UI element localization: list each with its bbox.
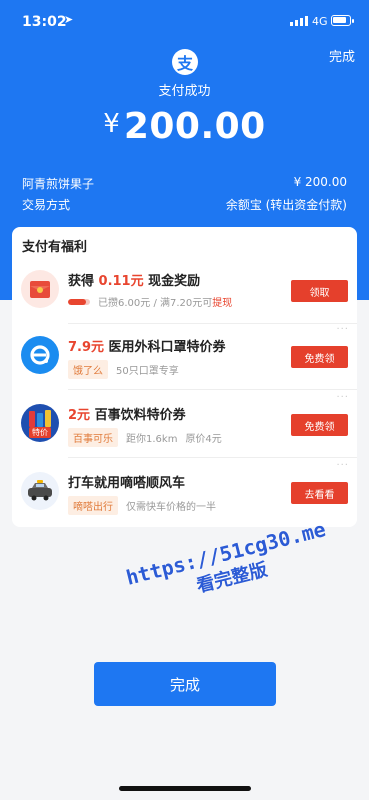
payment-method-label: 交易方式 <box>22 198 71 212</box>
merchant-name: 阿青煎饼果子 <box>22 177 95 191</box>
brand-tag: 百事可乐 <box>68 428 118 447</box>
withdraw-link[interactable]: 提现 <box>212 298 232 309</box>
free-claim-button[interactable]: 免费领 <box>291 346 348 368</box>
divider <box>68 389 357 390</box>
brand-tag: 嘀嗒出行 <box>68 496 118 515</box>
benefits-title: 支付有福利 <box>22 240 88 255</box>
benefit-item-pepsi-coupon[interactable]: ··· 特价 2元 百事饮料特价券 百事可乐 距你1.6km 原价4元 免费领 <box>12 391 357 457</box>
benefit-item-carpool[interactable]: ··· 打车就用嘀嗒顺风车 嘀嗒出行 仅需快车价格的一半 去看看 <box>12 459 357 525</box>
pepsi-drink-icon: 特价 <box>21 404 59 442</box>
cellular-signal-icon <box>290 16 308 26</box>
payment-amount: ¥200.00 <box>0 106 369 147</box>
detail-row-merchant: 阿青煎饼果子 ¥ 200.00 <box>22 175 347 192</box>
reward-progress-bar <box>68 298 90 305</box>
payment-method-value: 余额宝 (转出资金付款) <box>225 198 347 212</box>
divider <box>68 457 357 458</box>
benefit-subtitle: 百事可乐 距你1.6km 原价4元 <box>68 428 222 447</box>
eleme-icon <box>21 336 59 374</box>
benefit-subtitle: 饿了么 50只口罩专享 <box>68 360 179 379</box>
benefit-item-cash-reward[interactable]: 获得 0.11元 现金奖励 已攒6.00元 / 满7.20元可提现 领取 <box>12 257 357 323</box>
watermark: https://51cg30.me 看完整版 <box>101 511 356 622</box>
benefit-title: 2元 百事饮料特价券 <box>68 408 186 423</box>
benefit-subtitle: 已攒6.00元 / 满7.20元可提现 <box>68 294 232 309</box>
currency-symbol: ¥ <box>103 109 120 139</box>
benefit-title: 打车就用嘀嗒顺风车 <box>68 476 186 491</box>
more-options-icon[interactable]: ··· <box>336 460 349 471</box>
alipay-logo-icon: 支 <box>172 49 198 75</box>
amount-value: 200.00 <box>123 106 266 147</box>
merchant-amount: ¥ 200.00 <box>293 175 347 189</box>
special-price-label: 特价 <box>29 426 51 438</box>
network-type: 4G <box>312 15 328 28</box>
more-options-icon[interactable]: ··· <box>336 392 349 403</box>
done-button[interactable]: 完成 <box>94 662 276 706</box>
status-bar: 13:02 ➤ 4G <box>0 0 369 42</box>
top-done-button[interactable]: 完成 <box>329 46 355 65</box>
status-time: 13:02 <box>22 14 67 30</box>
red-envelope-icon <box>21 270 59 308</box>
payment-status: 支付成功 <box>158 84 211 99</box>
benefit-subtitle: 嘀嗒出行 仅需快车价格的一半 <box>68 496 216 515</box>
detail-row-method: 交易方式 余额宝 (转出资金付款) <box>22 196 347 213</box>
battery-icon <box>331 15 354 26</box>
free-claim-button[interactable]: 免费领 <box>291 414 348 436</box>
benefit-title: 7.9元 医用外科口罩特价券 <box>68 340 226 355</box>
carpool-car-icon <box>21 472 59 510</box>
home-indicator[interactable] <box>119 786 251 791</box>
brand-tag: 饿了么 <box>68 360 108 379</box>
distance-text: 距你1.6km <box>126 434 178 445</box>
benefit-item-mask-coupon[interactable]: ··· 7.9元 医用外科口罩特价券 饿了么 50只口罩专享 免费领 <box>12 323 357 389</box>
benefit-title: 获得 0.11元 现金奖励 <box>68 274 201 289</box>
view-button[interactable]: 去看看 <box>291 482 348 504</box>
more-options-icon[interactable]: ··· <box>336 324 349 335</box>
location-arrow-icon: ➤ <box>64 13 74 26</box>
benefits-card: 支付有福利 获得 0.11元 现金奖励 已攒6.00元 / 满7.20元可提现 … <box>12 227 357 527</box>
claim-button[interactable]: 领取 <box>291 280 348 302</box>
original-price-text: 原价4元 <box>185 434 222 445</box>
